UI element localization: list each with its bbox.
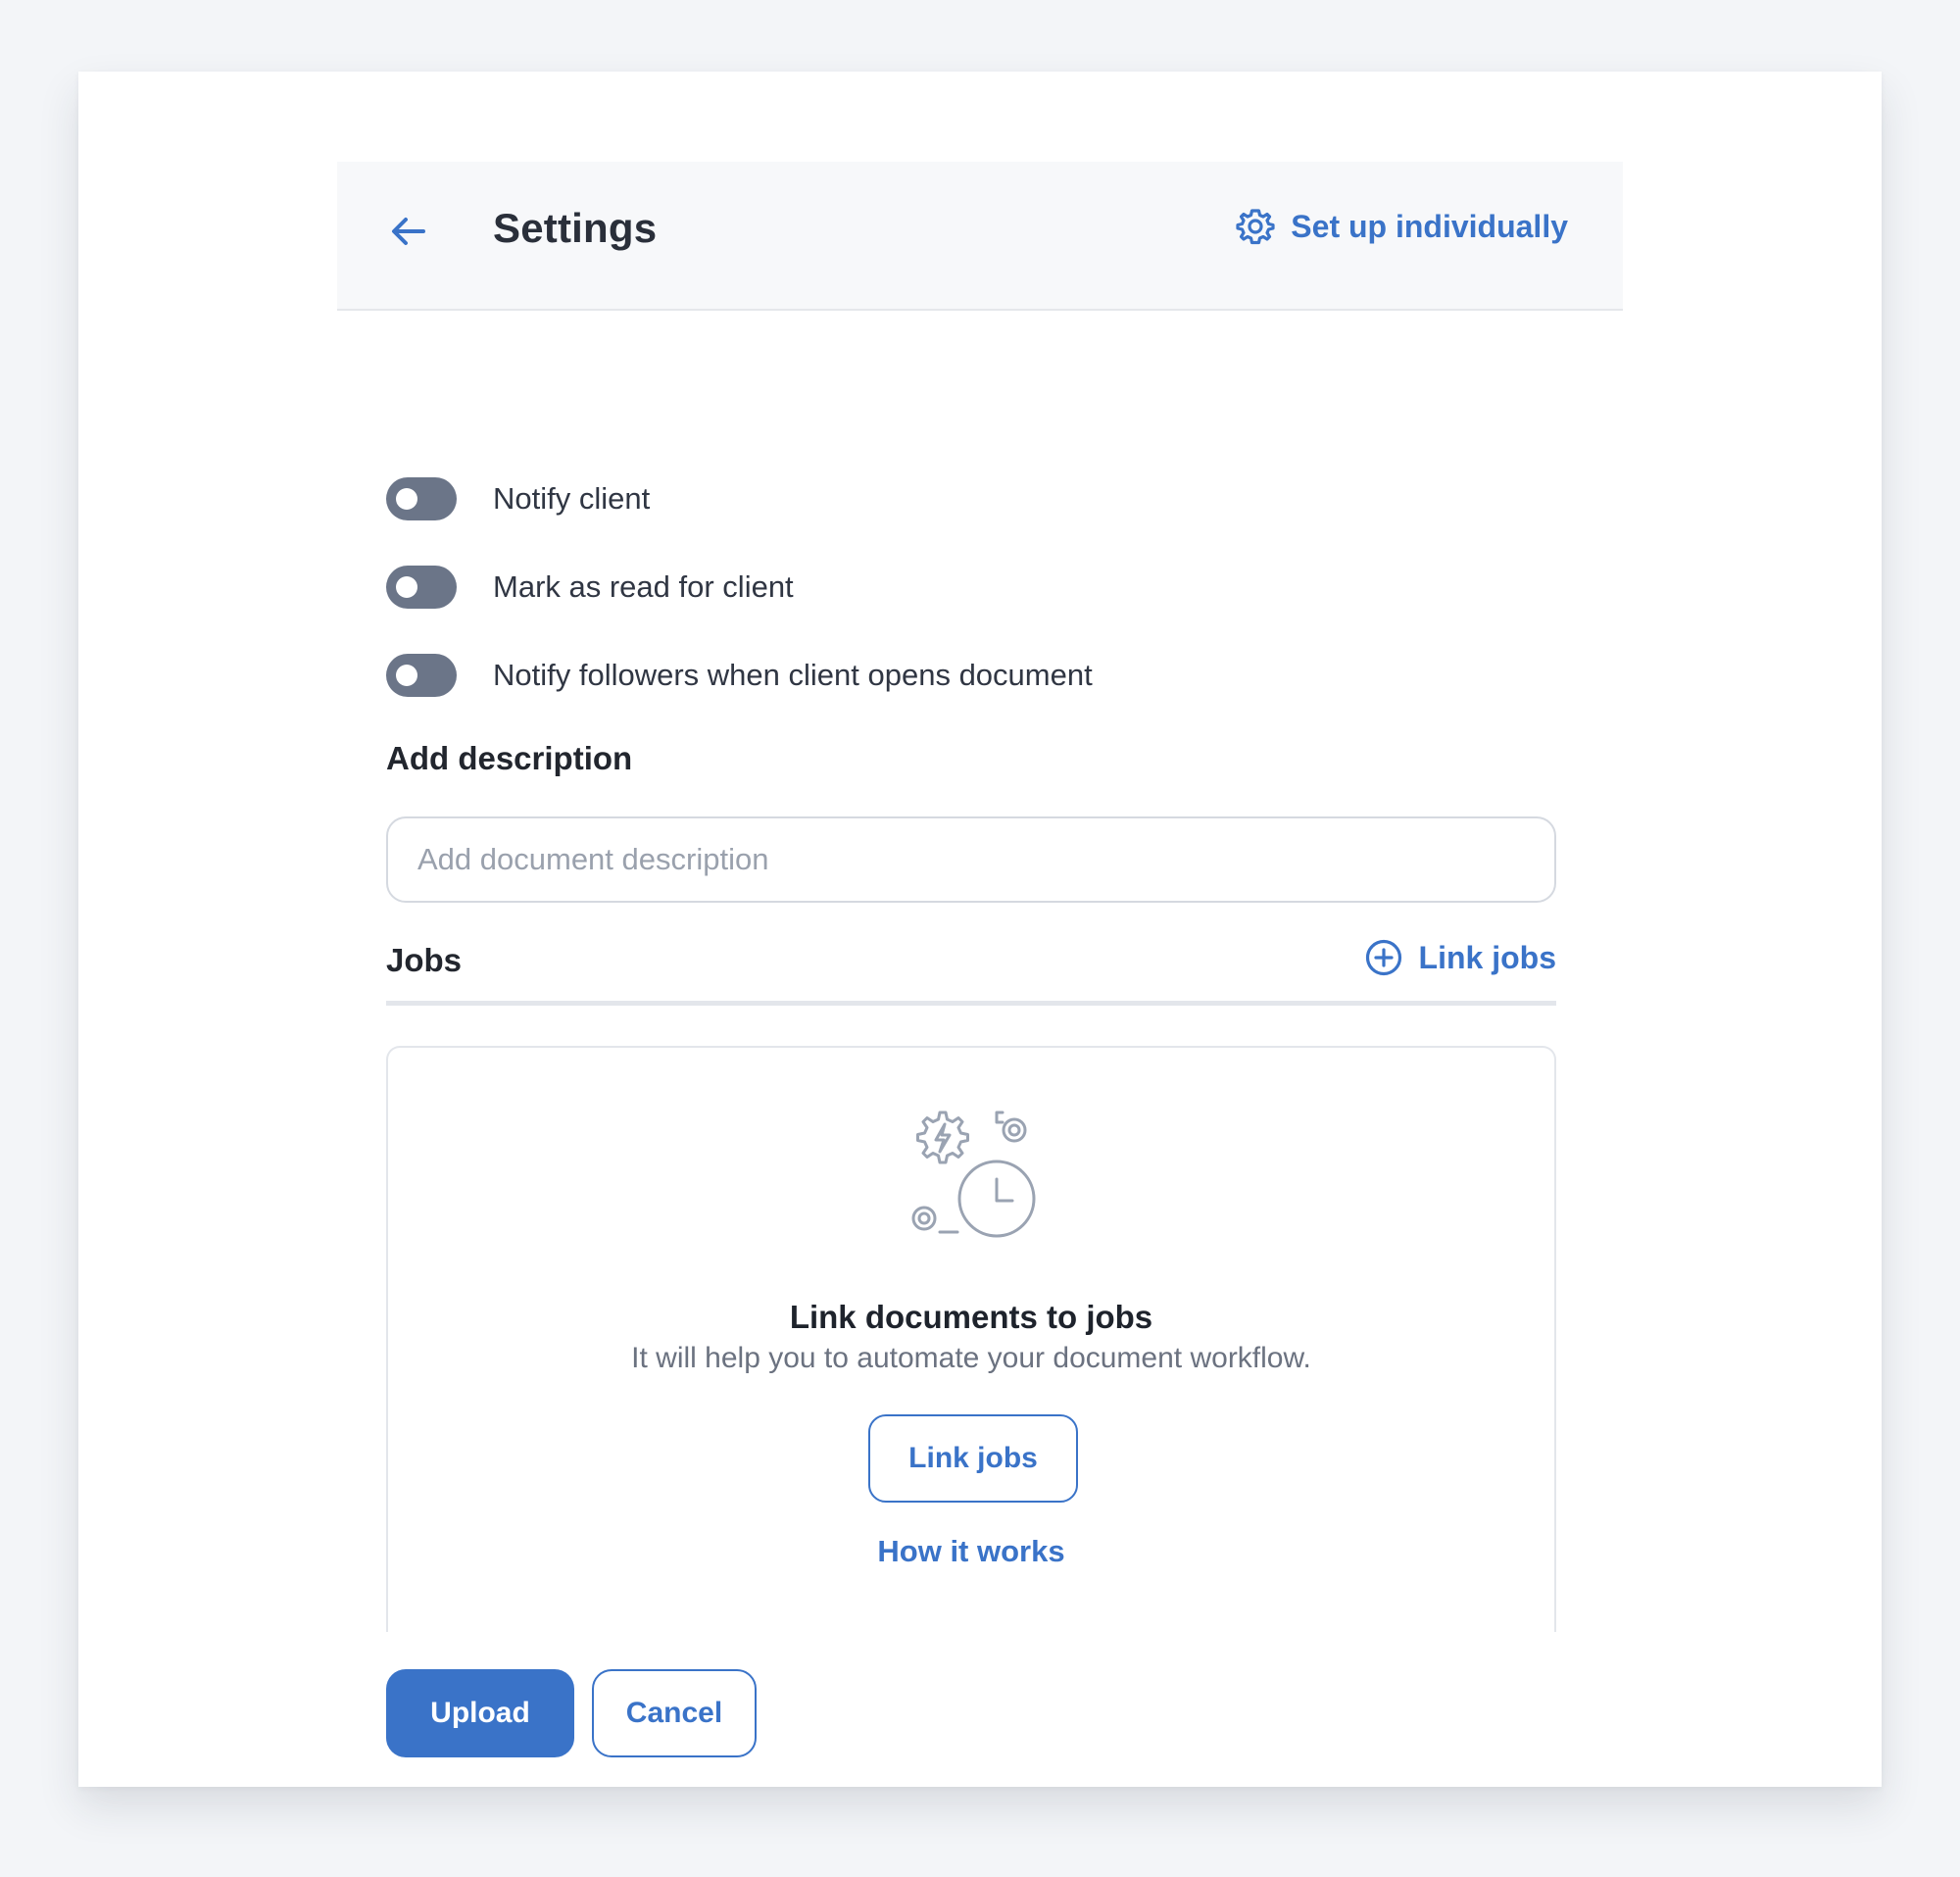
settings-header: Settings Set up individually (337, 162, 1623, 311)
arrow-left-icon (392, 218, 425, 245)
link-jobs-header-link[interactable]: Link jobs (1364, 938, 1556, 977)
link-jobs-header-label: Link jobs (1418, 939, 1556, 975)
notify-followers-toggle[interactable] (386, 654, 457, 697)
cancel-button[interactable]: Cancel (592, 1669, 757, 1757)
mark-as-read-row: Mark as read for client (386, 566, 794, 609)
jobs-heading: Jobs (386, 942, 463, 978)
automation-gears-clock-icon (911, 1111, 1036, 1238)
notify-followers-row: Notify followers when client opens docum… (386, 654, 1093, 697)
plus-circle-icon (1365, 939, 1401, 976)
notify-client-row: Notify client (386, 477, 650, 520)
notify-client-label: Notify client (493, 481, 651, 516)
back-button[interactable] (384, 207, 433, 256)
gear-icon (1236, 209, 1275, 245)
notify-client-toggle[interactable] (386, 477, 457, 520)
notify-followers-label: Notify followers when client opens docum… (493, 658, 1093, 692)
link-jobs-button[interactable]: Link jobs (868, 1414, 1078, 1503)
toggle-knob (396, 488, 417, 510)
upload-button[interactable]: Upload (386, 1669, 574, 1757)
settings-panel: Settings Set up individually Notify clie… (337, 162, 1623, 1757)
settings-card: Settings Set up individually Notify clie… (78, 72, 1882, 1787)
set-up-individually-link[interactable]: Set up individually (1236, 207, 1568, 246)
toggle-knob (396, 576, 417, 598)
form-actions: Upload Cancel (386, 1669, 757, 1757)
empty-state-title: Link documents to jobs (789, 1299, 1153, 1335)
mark-as-read-label: Mark as read for client (493, 569, 794, 604)
empty-state-subtitle: It will help you to automate your docume… (631, 1342, 1311, 1374)
add-description-heading: Add description (386, 740, 633, 776)
jobs-empty-state: Link documents to jobs It will help you … (386, 1046, 1556, 1632)
mark-as-read-toggle[interactable] (386, 566, 457, 609)
jobs-header: Jobs Link jobs (386, 926, 1556, 1006)
toggle-knob (396, 665, 417, 686)
how-it-works-link[interactable]: How it works (388, 1534, 1554, 1569)
description-input[interactable] (386, 816, 1556, 903)
set-up-individually-label: Set up individually (1291, 208, 1568, 244)
page-title: Settings (493, 205, 658, 251)
